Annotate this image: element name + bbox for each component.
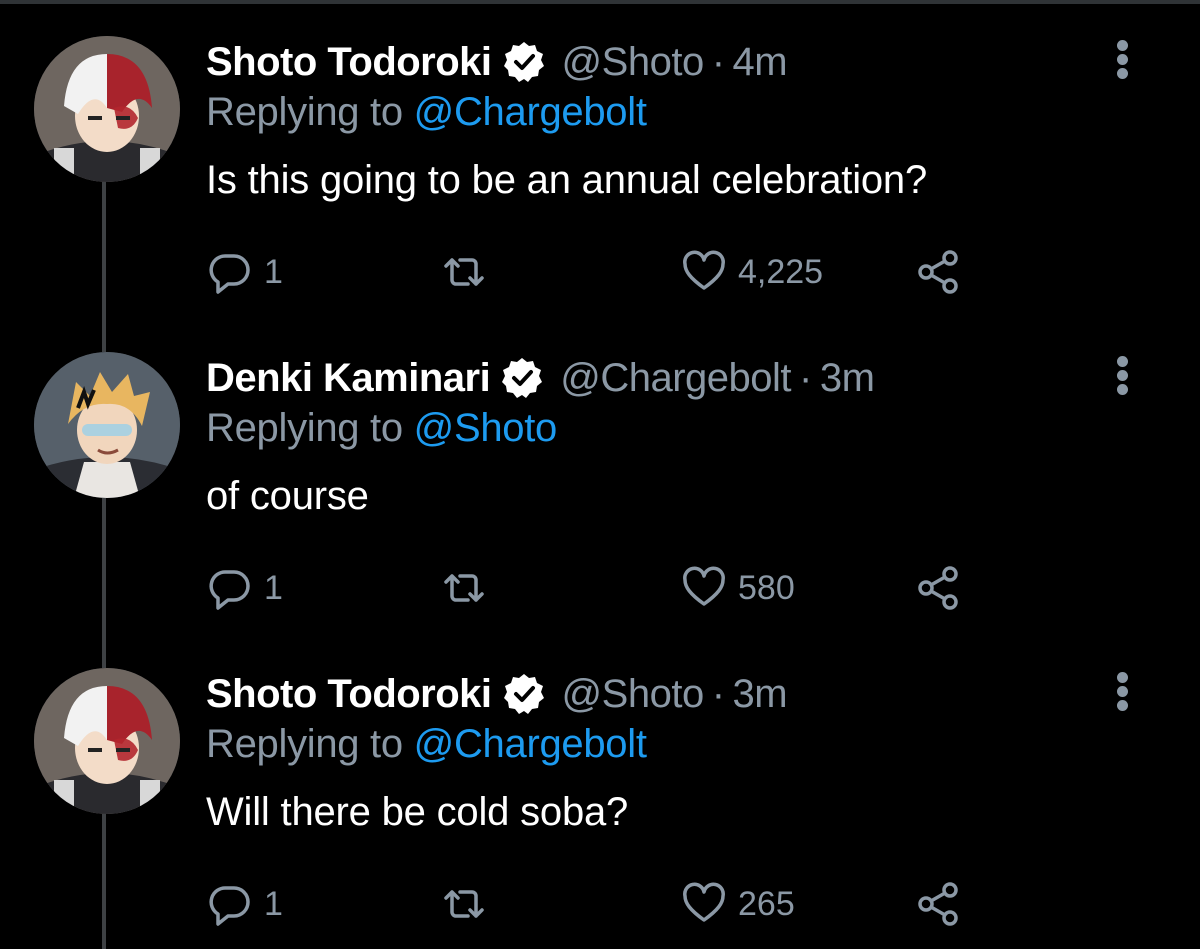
tweet-actions: 1 4,225: [206, 244, 986, 300]
like-button[interactable]: 265: [680, 876, 795, 932]
retweet-button[interactable]: [438, 560, 490, 616]
replying-to-line: Replying to @Chargebolt: [206, 722, 647, 767]
like-button[interactable]: 580: [680, 560, 795, 616]
retweet-icon: [444, 890, 484, 918]
three-dots-vertical-icon[interactable]: [1110, 672, 1136, 712]
speech-bubble-icon: [209, 886, 250, 926]
tweet-text: Will there be cold soba?: [206, 790, 629, 834]
timestamp[interactable]: 4m: [733, 40, 788, 85]
speech-bubble-icon: [209, 570, 250, 610]
tweet[interactable]: Denki Kaminari @Chargebolt · 3m Replying…: [0, 316, 1200, 632]
replying-to-label: Replying to: [206, 722, 403, 766]
replying-to-label: Replying to: [206, 90, 403, 134]
verified-badge-icon: [500, 356, 544, 400]
verified-badge-icon: [502, 672, 546, 716]
mention-link[interactable]: @Shoto: [414, 406, 558, 450]
share-icon: [918, 882, 958, 926]
username-handle[interactable]: @Shoto: [562, 40, 705, 85]
retweet-icon: [444, 258, 484, 286]
three-dots-vertical-icon[interactable]: [1110, 40, 1136, 80]
avatar-shoto-image: [34, 36, 180, 182]
replying-to-line: Replying to @Chargebolt: [206, 90, 647, 135]
speech-bubble-icon: [209, 254, 250, 294]
reply-button[interactable]: 1: [206, 876, 283, 932]
timestamp[interactable]: 3m: [820, 356, 875, 401]
avatar-denki-image: [34, 352, 180, 498]
tweet-actions: 1 580: [206, 560, 986, 616]
tweet-actions: 1 265: [206, 876, 986, 932]
heart-icon: [683, 882, 725, 922]
verified-badge-icon: [502, 40, 546, 84]
reply-button[interactable]: 1: [206, 560, 283, 616]
retweet-button[interactable]: [438, 244, 490, 300]
share-icon: [918, 250, 958, 294]
separator-dot: ·: [799, 355, 812, 400]
tweet-header: Shoto Todoroki @Shoto · 4m: [206, 36, 788, 88]
tweet[interactable]: Shoto Todoroki @Shoto · 4m Replying to @…: [0, 0, 1200, 316]
mention-link[interactable]: @Chargebolt: [414, 722, 647, 766]
reply-count: 1: [264, 568, 283, 607]
reply-count: 1: [264, 252, 283, 291]
three-dots-vertical-icon[interactable]: [1110, 356, 1136, 396]
heart-icon: [683, 566, 725, 606]
tweet-text: Is this going to be an annual celebratio…: [206, 158, 928, 202]
share-button[interactable]: [914, 560, 962, 616]
tweet-header: Denki Kaminari @Chargebolt · 3m: [206, 352, 875, 404]
display-name[interactable]: Shoto Todoroki: [206, 40, 492, 85]
retweet-icon: [444, 574, 484, 602]
retweet-button[interactable]: [438, 876, 490, 932]
separator-dot: ·: [711, 671, 725, 716]
like-count: 265: [738, 884, 795, 923]
avatar[interactable]: [34, 668, 180, 814]
tweet-header: Shoto Todoroki @Shoto · 3m: [206, 668, 788, 720]
username-handle[interactable]: @Shoto: [562, 672, 705, 717]
share-icon: [918, 566, 958, 610]
mention-link[interactable]: @Chargebolt: [414, 90, 647, 134]
share-button[interactable]: [914, 876, 962, 932]
display-name[interactable]: Denki Kaminari: [206, 356, 491, 401]
timestamp[interactable]: 3m: [733, 672, 788, 717]
heart-icon: [683, 250, 725, 290]
avatar-shoto-image: [34, 668, 180, 814]
replying-to-line: Replying to @Shoto: [206, 406, 557, 451]
reply-count: 1: [264, 884, 283, 923]
reply-button[interactable]: 1: [206, 244, 283, 300]
tweet-text: of course: [206, 474, 369, 518]
like-count: 580: [738, 568, 795, 607]
replying-to-label: Replying to: [206, 406, 403, 450]
avatar[interactable]: [34, 352, 180, 498]
like-count: 4,225: [738, 252, 824, 291]
share-button[interactable]: [914, 244, 962, 300]
like-button[interactable]: 4,225: [680, 244, 823, 300]
tweet[interactable]: Shoto Todoroki @Shoto · 3m Replying to @…: [0, 632, 1200, 948]
avatar[interactable]: [34, 36, 180, 182]
display-name[interactable]: Shoto Todoroki: [206, 672, 492, 717]
username-handle[interactable]: @Chargebolt: [560, 356, 791, 401]
separator-dot: ·: [711, 39, 725, 84]
